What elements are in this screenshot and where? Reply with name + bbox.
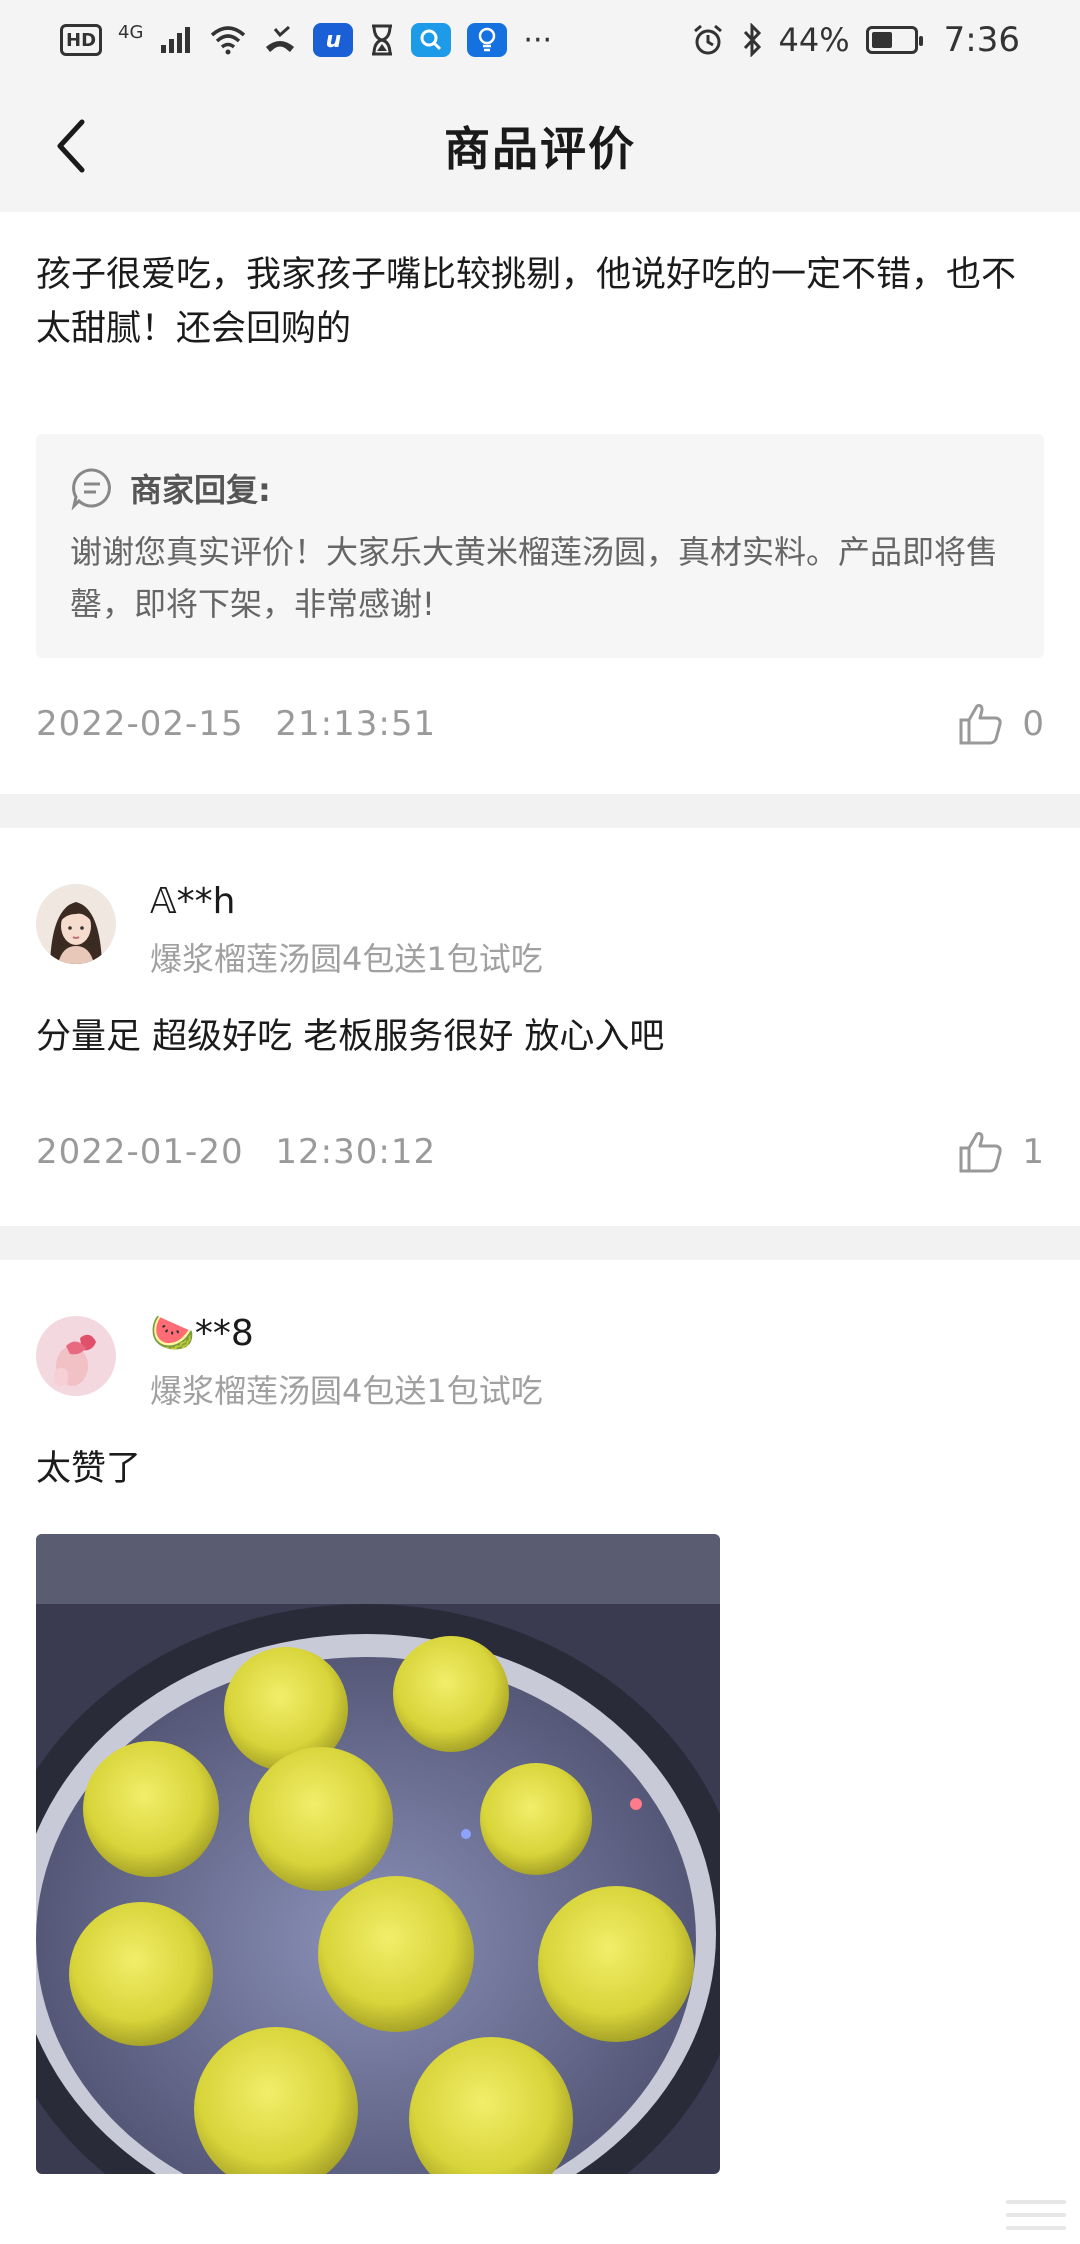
status-left: HD 4G u ··· (60, 22, 552, 58)
review-card: 🍉**8 爆浆榴莲汤圆4包送1包试吃 太赞了 (0, 1260, 1080, 2174)
bluetooth-icon (743, 23, 761, 57)
review-photo[interactable] (36, 1534, 720, 2174)
divider (0, 1226, 1080, 1260)
status-bar: HD 4G u ··· 44% 7:36 (0, 0, 1080, 80)
battery-percent: 44% (778, 21, 850, 59)
user-info: 🍉**8 爆浆榴莲汤圆4包送1包试吃 (150, 1312, 543, 1412)
bulb-app-icon (467, 23, 508, 57)
clock: 7:36 (943, 20, 1020, 60)
review-list[interactable]: 孩子很爱吃，我家孩子嘴比较挑剔，他说好吃的一定不错，也不太甜腻！还会回购的 商家… (0, 212, 1080, 2174)
product-spec: 爆浆榴莲汤圆4包送1包试吃 (150, 940, 543, 978)
battery-icon (865, 26, 923, 54)
review-date: 2022-02-15 (36, 704, 244, 744)
wifi-icon (211, 26, 246, 55)
chat-bubble-icon (71, 468, 111, 510)
review-card: 𝔸**h 爆浆榴莲汤圆4包送1包试吃 分量足 超级好吃 老板服务很好 放心入吧 … (0, 828, 1080, 1226)
user-name: 𝔸**h (150, 881, 236, 922)
merchant-reply: 商家回复: 谢谢您真实评价！大家乐大黄米榴莲汤圆，真材实料。产品即将售罄，即将下… (36, 434, 1044, 658)
review-time: 12:30:12 (275, 1132, 437, 1172)
product-spec: 爆浆榴莲汤圆4包送1包试吃 (150, 1372, 543, 1410)
hourglass-icon (372, 24, 393, 56)
app-notification-icon: u (313, 23, 354, 57)
review-meta: 2022-02-15 21:13:51 0 (36, 684, 1044, 764)
review-text: 分量足 超级好吃 老板服务很好 放心入吧 (36, 1017, 665, 1057)
reply-text: 谢谢您真实评价！大家乐大黄米榴莲汤圆，真材实料。产品即将售罄，即将下架，非常感谢… (70, 533, 999, 623)
status-right: 44% 7:36 (691, 20, 1020, 60)
review-user: 🍉**8 爆浆榴莲汤圆4包送1包试吃 (36, 1260, 1044, 1412)
more-notifications: ··· (523, 22, 553, 58)
like-count: 1 (1022, 1132, 1044, 1172)
review-datetime: 2022-02-15 21:13:51 (36, 704, 436, 744)
missed-call-icon (266, 25, 295, 52)
page-title: 商品评价 (444, 122, 636, 176)
review-datetime: 2022-01-20 12:30:12 (36, 1132, 436, 1172)
signal-icon (161, 27, 191, 53)
review-time: 21:13:51 (275, 704, 437, 744)
user-info: 𝔸**h 爆浆榴莲汤圆4包送1包试吃 (150, 880, 543, 980)
home-indicator[interactable] (1006, 2200, 1066, 2230)
review-date: 2022-01-20 (36, 1132, 244, 1172)
reply-label: 商家回复: (130, 471, 271, 509)
review-text: 太赞了 (36, 1449, 142, 1489)
review-user: 𝔸**h 爆浆榴莲汤圆4包送1包试吃 (36, 828, 1044, 980)
review-text: 孩子很爱吃，我家孩子嘴比较挑剔，他说好吃的一定不错，也不太甜腻！还会回购的 (36, 255, 1017, 349)
alarm-icon (693, 24, 722, 55)
avatar[interactable] (36, 884, 116, 964)
like-button[interactable]: 1 (958, 1130, 1044, 1174)
hd-icon: HD (60, 24, 103, 56)
search-app-icon (411, 23, 452, 57)
page-header: 商品评价 (0, 80, 1080, 212)
back-button[interactable] (40, 114, 104, 178)
review-card: 孩子很爱吃，我家孩子嘴比较挑剔，他说好吃的一定不错，也不太甜腻！还会回购的 商家… (0, 212, 1080, 794)
thumbs-up-icon (959, 1132, 1003, 1173)
divider (0, 794, 1080, 828)
like-button[interactable]: 0 (958, 702, 1044, 746)
chevron-left-icon (57, 119, 85, 173)
user-name: 🍉**8 (150, 1313, 254, 1354)
network-label: 4G (118, 22, 144, 43)
avatar[interactable] (36, 1316, 116, 1396)
like-count: 0 (1022, 704, 1044, 744)
reply-header: 商家回复: (70, 456, 1010, 520)
thumbs-up-icon (959, 704, 1003, 745)
review-meta: 2022-01-20 12:30:12 1 (36, 1112, 1044, 1192)
